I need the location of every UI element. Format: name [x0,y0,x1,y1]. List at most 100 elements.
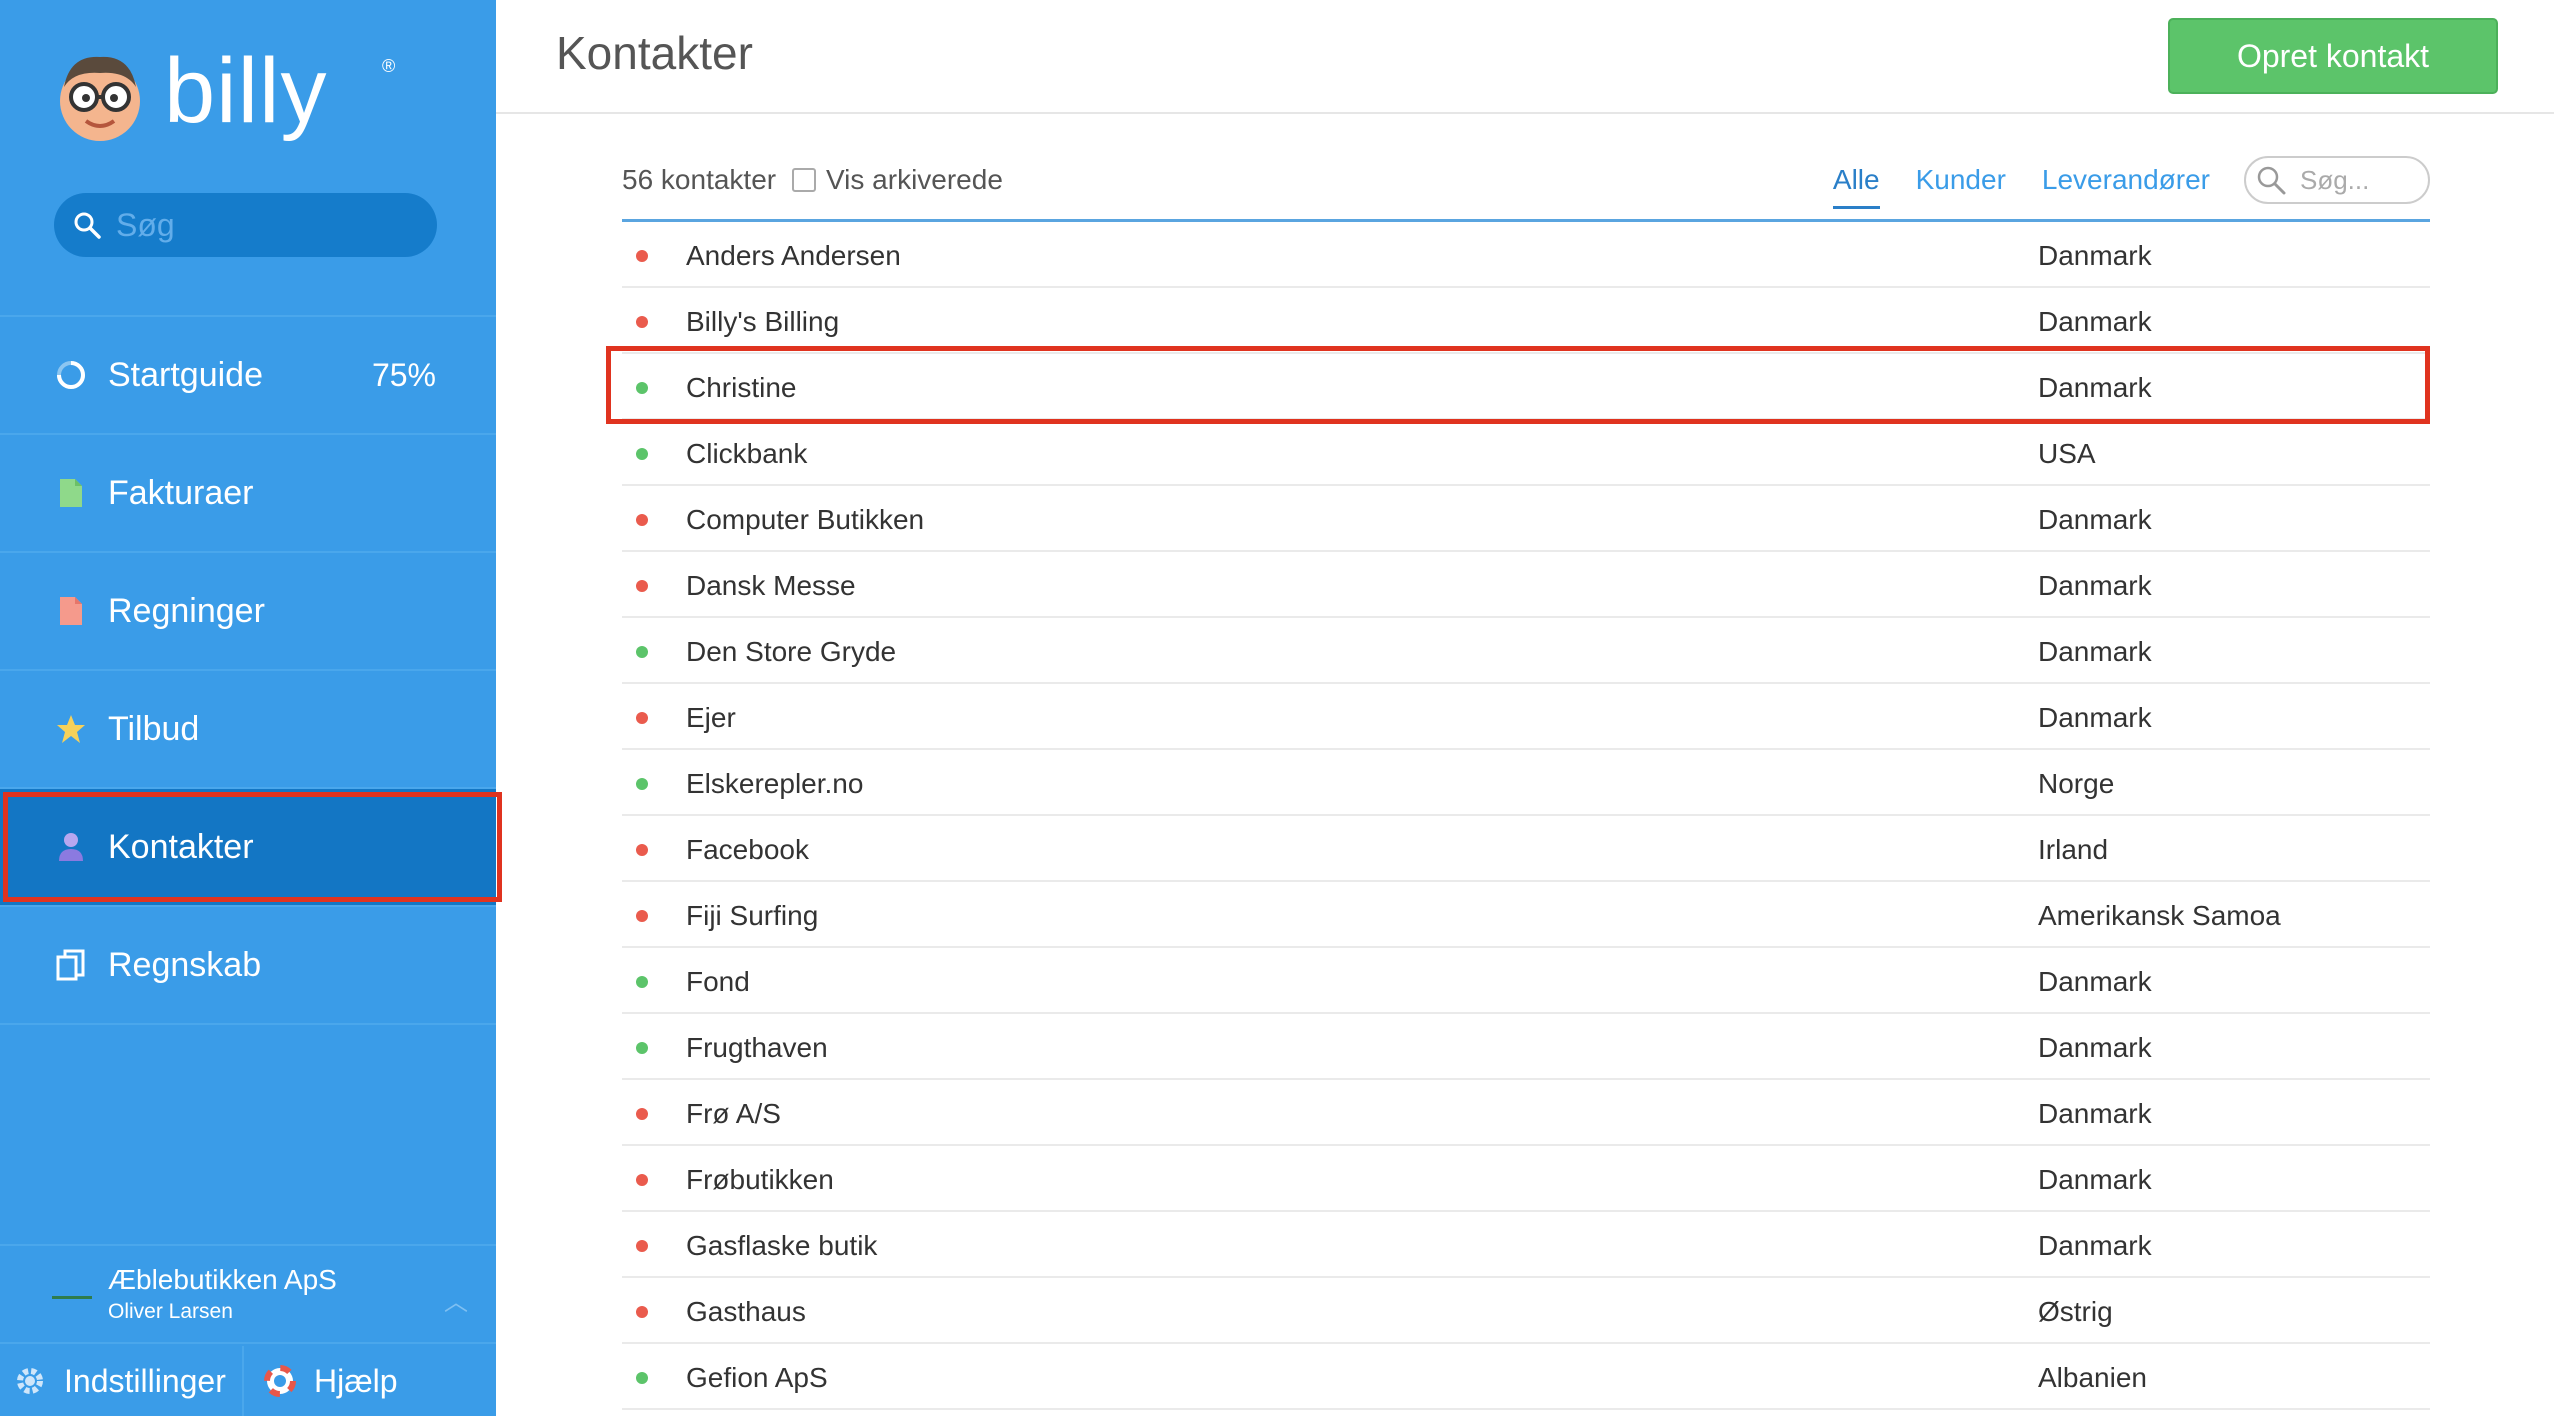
filter-tab-suppliers[interactable]: Leverandører [2042,164,2210,209]
registered-mark: ® [382,56,396,76]
contact-country: Danmark [2038,636,2152,667]
contact-row[interactable]: Computer Butikken Danmark [622,486,2430,552]
company-switcher[interactable]: Æblebutikken ApS Oliver Larsen ︿ [0,1244,496,1344]
sidebar-search[interactable] [54,193,437,257]
contact-country: Amerikansk Samoa [2038,900,2281,931]
contact-name: Frø A/S [686,1098,781,1129]
contact-row[interactable]: Ejer Danmark [622,684,2430,750]
contact-name: Gefion ApS [686,1362,828,1393]
sidebar-item-regninger[interactable]: Regninger [0,553,496,671]
contact-country: Danmark [2038,702,2152,733]
contact-name: Gasthaus [686,1296,806,1327]
bill-document-icon [54,594,88,628]
status-dot-icon [636,712,648,724]
contact-row[interactable]: Gasthaus Østrig [622,1278,2430,1344]
contact-row[interactable]: Clickbank USA [622,420,2430,486]
sidebar-item-tilbud[interactable]: Tilbud [0,671,496,789]
contact-row[interactable]: Anders Andersen Danmark [622,222,2430,288]
contact-country: Østrig [2038,1296,2113,1327]
search-icon [2257,166,2286,195]
sidebar: billy ® Startguide 75% [0,0,502,1416]
status-dot-icon [636,1108,648,1120]
status-dot-icon [636,1240,648,1252]
status-dot-icon [636,1372,648,1384]
status-dot-icon [636,646,648,658]
contact-row[interactable]: Frugthaven Danmark [622,1014,2430,1080]
sidebar-item-label: Fakturaer [108,473,254,512]
contact-row[interactable]: Frøbutikken Danmark [622,1146,2430,1212]
chevron-up-icon: ︿ [444,1289,468,1316]
contact-name: Frøbutikken [686,1164,834,1195]
sidebar-item-regnskab[interactable]: Regnskab [0,907,496,1025]
list-toolbar: 56 kontakter Vis arkiverede Alle Kunder … [622,150,2430,222]
lifebuoy-icon [264,1364,298,1398]
status-dot-icon [636,250,648,262]
contact-row[interactable]: Fond Danmark [622,948,2430,1014]
contact-country: Danmark [2038,570,2152,601]
contact-country: Danmark [2038,1230,2152,1261]
contact-country: Danmark [2038,306,2152,337]
sidebar-search-input[interactable] [116,206,416,244]
sidebar-item-label: Regninger [108,591,265,630]
list-search-input[interactable] [2300,164,2420,196]
contact-name: Facebook [686,834,809,865]
filter-tab-all[interactable]: Alle [1832,164,1880,209]
filter-tab-customers[interactable]: Kunder [1916,164,2006,209]
contact-row[interactable]: Christine Danmark [606,346,2430,424]
help-label: Hjælp [314,1362,398,1399]
ledger-icon [54,948,88,982]
contact-row[interactable]: Elskerepler.no Norge [622,750,2430,816]
create-contact-button[interactable]: Opret kontakt [2168,18,2498,94]
status-dot-icon [636,976,648,988]
list-search[interactable] [2244,156,2430,204]
contact-row[interactable]: Facebook Irland [622,816,2430,882]
contact-name: Ejer [686,702,736,733]
help-button[interactable]: Hjælp [244,1346,398,1416]
contact-name: Computer Butikken [686,504,925,535]
sidebar-item-kontakter[interactable]: Kontakter [0,789,502,907]
contact-row[interactable]: Gefion ApS Albanien [622,1344,2430,1410]
contact-row[interactable]: Gasflaske butik Danmark [622,1212,2430,1278]
show-archived-toggle[interactable]: Vis arkiverede [792,164,1003,196]
contact-row[interactable]: Frø A/S Danmark [622,1080,2430,1146]
contact-name: Christine [686,372,797,403]
sidebar-item-fakturaer[interactable]: Fakturaer [0,435,496,553]
contact-country: Danmark [2038,1164,2152,1195]
status-dot-icon [636,382,648,394]
status-dot-icon [636,1042,648,1054]
gear-icon [14,1364,48,1398]
contact-name: Anders Andersen [686,240,901,271]
contact-country: Albanien [2038,1362,2147,1393]
user-name: Oliver Larsen [108,1300,233,1323]
status-dot-icon [636,448,648,460]
star-icon [54,712,88,746]
contact-row[interactable]: Billy's Billing Danmark [622,288,2430,354]
contact-country: Danmark [2038,504,2152,535]
contact-row[interactable]: Den Store Gryde Danmark [622,618,2430,684]
contact-country: Danmark [2038,372,2152,403]
contact-country: Danmark [2038,1098,2152,1129]
show-archived-label: Vis arkiverede [826,164,1003,195]
sidebar-nav: Startguide 75% Fakturaer Regninger Tilbu… [0,315,502,1025]
status-dot-icon [636,514,648,526]
contact-name: Fiji Surfing [686,900,819,931]
contact-name: Billy's Billing [686,306,840,337]
status-dot-icon [636,316,648,328]
contact-country: Danmark [2038,1032,2152,1063]
contact-name: Fond [686,966,750,997]
billy-logo[interactable]: billy ® [56,40,395,150]
show-archived-checkbox[interactable] [792,168,816,192]
contact-list: Anders Andersen Danmark Billy's Billing Dan… [606,222,2430,1410]
contact-name: Dansk Messe [686,570,856,601]
billy-face-icon [60,56,140,141]
contact-country: Norge [2038,768,2115,799]
sidebar-item-startguide[interactable]: Startguide 75% [0,317,496,435]
contact-name: Gasflaske butik [686,1230,878,1261]
sidebar-item-label: Startguide [108,355,263,394]
contact-row[interactable]: Dansk Messe Danmark [622,552,2430,618]
sidebar-item-label: Tilbud [108,709,200,748]
settings-button[interactable]: Indstillinger [0,1346,244,1416]
contact-country: Irland [2038,834,2109,865]
contact-name: Frugthaven [686,1032,828,1063]
contact-row[interactable]: Fiji Surfing Amerikansk Samoa [622,882,2430,948]
